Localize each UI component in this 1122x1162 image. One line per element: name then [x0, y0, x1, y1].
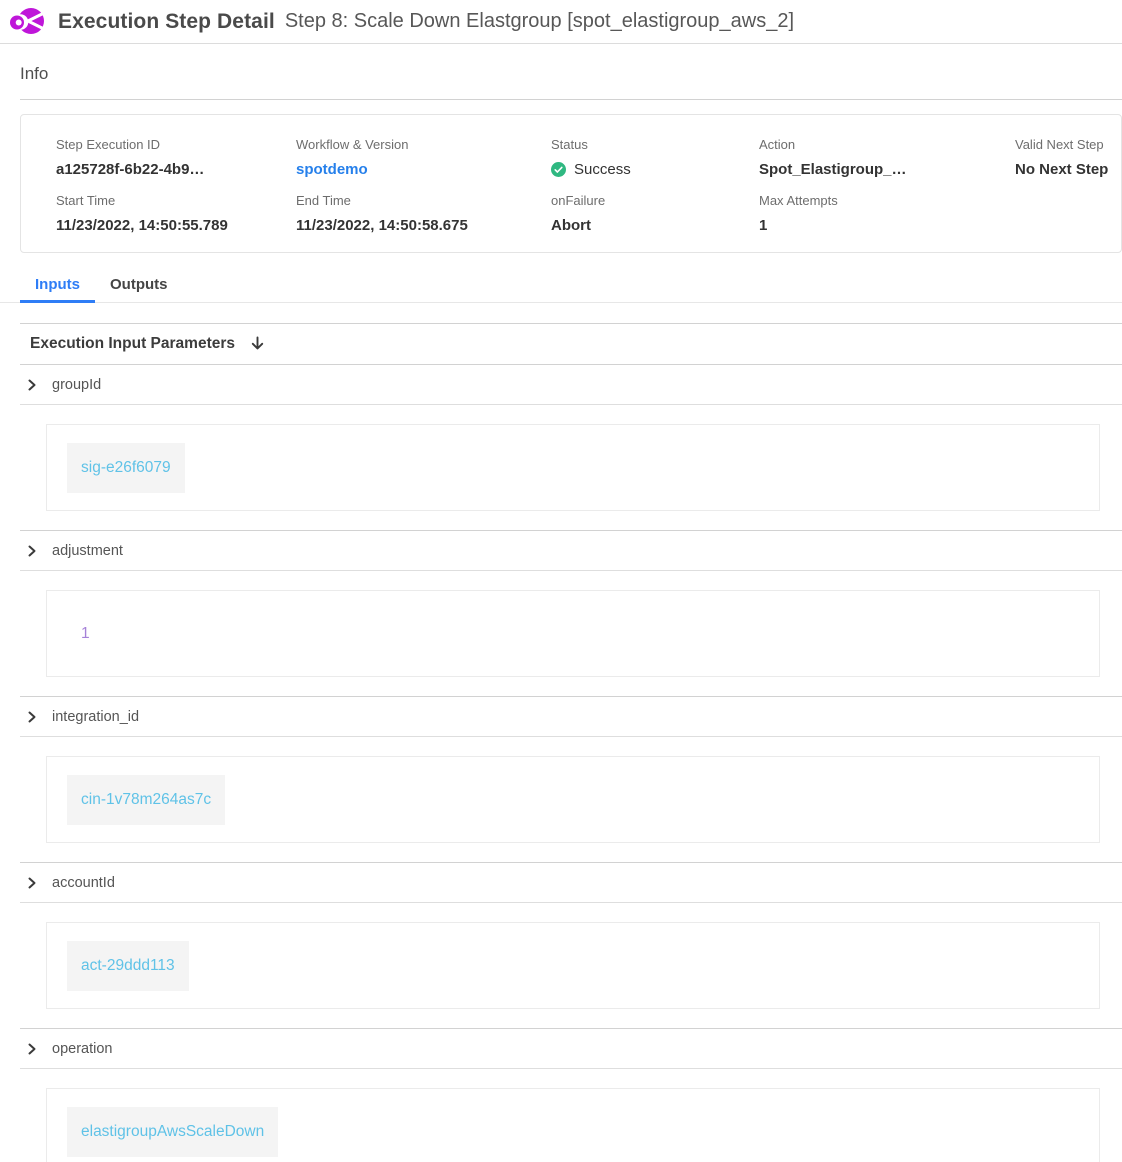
- divider: [20, 1068, 1122, 1069]
- field-label: onFailure: [551, 193, 759, 208]
- field-label: Workflow & Version: [296, 137, 551, 152]
- parameter-row[interactable]: groupId: [0, 365, 1122, 404]
- param-name: operation: [52, 1041, 112, 1057]
- arrow-down-icon[interactable]: [250, 336, 265, 352]
- divider: [20, 902, 1122, 903]
- field-value: Abort: [551, 217, 759, 234]
- param-value: sig-e26f6079: [67, 443, 185, 493]
- tab-outputs[interactable]: Outputs: [95, 267, 183, 303]
- divider: [20, 570, 1122, 571]
- field-value: a125728f-6b22-4b9…: [56, 161, 296, 178]
- status-badge: Success: [551, 161, 759, 178]
- app-header: Execution Step Detail Step 8: Scale Down…: [0, 0, 1122, 44]
- param-name: groupId: [52, 377, 101, 393]
- parameter-row[interactable]: integration_id: [0, 697, 1122, 736]
- field-valid-next-step: Valid Next Step No Next Step: [1015, 137, 1121, 178]
- field-label: Action: [759, 137, 1015, 152]
- field-label: Valid Next Step: [1015, 137, 1121, 152]
- field-end-time: End Time 11/23/2022, 14:50:58.675: [296, 193, 551, 234]
- field-label: Status: [551, 137, 759, 152]
- param-value: act-29ddd113: [67, 941, 189, 991]
- param-value: cin-1v78m264as7c: [67, 775, 225, 825]
- divider: [20, 99, 1122, 100]
- field-label: Max Attempts: [759, 193, 1015, 208]
- field-value: 1: [759, 217, 1015, 234]
- field-value: 11/23/2022, 14:50:55.789: [56, 217, 296, 234]
- field-status: Status Success: [551, 137, 759, 178]
- param-value-box: 1: [46, 590, 1100, 677]
- field-value: No Next Step: [1015, 161, 1121, 178]
- param-value-box: cin-1v78m264as7c: [46, 756, 1100, 843]
- parameter-section: accountId act-29ddd113: [0, 863, 1122, 1029]
- chevron-right-icon[interactable]: [26, 711, 38, 723]
- info-section-title: Info: [0, 44, 1122, 99]
- field-label: Start Time: [56, 193, 296, 208]
- check-circle-icon: [551, 162, 566, 177]
- page-subtitle: Step 8: Scale Down Elastgroup [spot_elas…: [285, 10, 794, 33]
- field-onfailure: onFailure Abort: [551, 193, 759, 234]
- chevron-right-icon[interactable]: [26, 1043, 38, 1055]
- params-section-title: Execution Input Parameters: [30, 335, 235, 353]
- field-step-execution-id: Step Execution ID a125728f-6b22-4b9…: [56, 137, 296, 178]
- field-start-time: Start Time 11/23/2022, 14:50:55.789: [56, 193, 296, 234]
- param-name: accountId: [52, 875, 115, 891]
- parameter-row[interactable]: accountId: [0, 863, 1122, 902]
- divider: [20, 404, 1122, 405]
- parameter-section: groupId sig-e26f6079: [0, 365, 1122, 531]
- status-text: Success: [574, 161, 631, 178]
- info-card: Step Execution ID a125728f-6b22-4b9… Wor…: [20, 114, 1122, 253]
- chevron-right-icon[interactable]: [26, 877, 38, 889]
- chevron-right-icon[interactable]: [26, 545, 38, 557]
- parameter-section: adjustment 1: [0, 531, 1122, 697]
- tab-inputs[interactable]: Inputs: [20, 267, 95, 303]
- spot-logo-icon: [6, 3, 46, 41]
- divider: [20, 736, 1122, 737]
- parameter-row[interactable]: operation: [0, 1029, 1122, 1068]
- field-action: Action Spot_Elastigroup_…: [759, 137, 1015, 178]
- parameter-section: operation elastigroupAwsScaleDown: [0, 1029, 1122, 1162]
- parameter-list: groupId sig-e26f6079 adjustment 1: [0, 365, 1122, 1162]
- parameter-row[interactable]: adjustment: [0, 531, 1122, 570]
- params-header: Execution Input Parameters: [0, 324, 1122, 364]
- tab-bar: Inputs Outputs: [0, 267, 1122, 303]
- field-value: 11/23/2022, 14:50:58.675: [296, 217, 551, 234]
- param-value-box: act-29ddd113: [46, 922, 1100, 1009]
- param-value: elastigroupAwsScaleDown: [67, 1107, 278, 1157]
- param-value-box: elastigroupAwsScaleDown: [46, 1088, 1100, 1162]
- field-label: End Time: [296, 193, 551, 208]
- param-name: adjustment: [52, 543, 123, 559]
- parameter-section: integration_id cin-1v78m264as7c: [0, 697, 1122, 863]
- field-workflow-version: Workflow & Version spotdemo: [296, 137, 551, 178]
- param-value-box: sig-e26f6079: [46, 424, 1100, 511]
- page-title: Execution Step Detail: [58, 10, 275, 34]
- param-value: 1: [67, 609, 104, 659]
- field-value: Spot_Elastigroup_…: [759, 161, 1015, 178]
- chevron-right-icon[interactable]: [26, 379, 38, 391]
- param-name: integration_id: [52, 709, 139, 725]
- workflow-link[interactable]: spotdemo: [296, 161, 551, 178]
- field-label: Step Execution ID: [56, 137, 296, 152]
- field-max-attempts: Max Attempts 1: [759, 193, 1015, 234]
